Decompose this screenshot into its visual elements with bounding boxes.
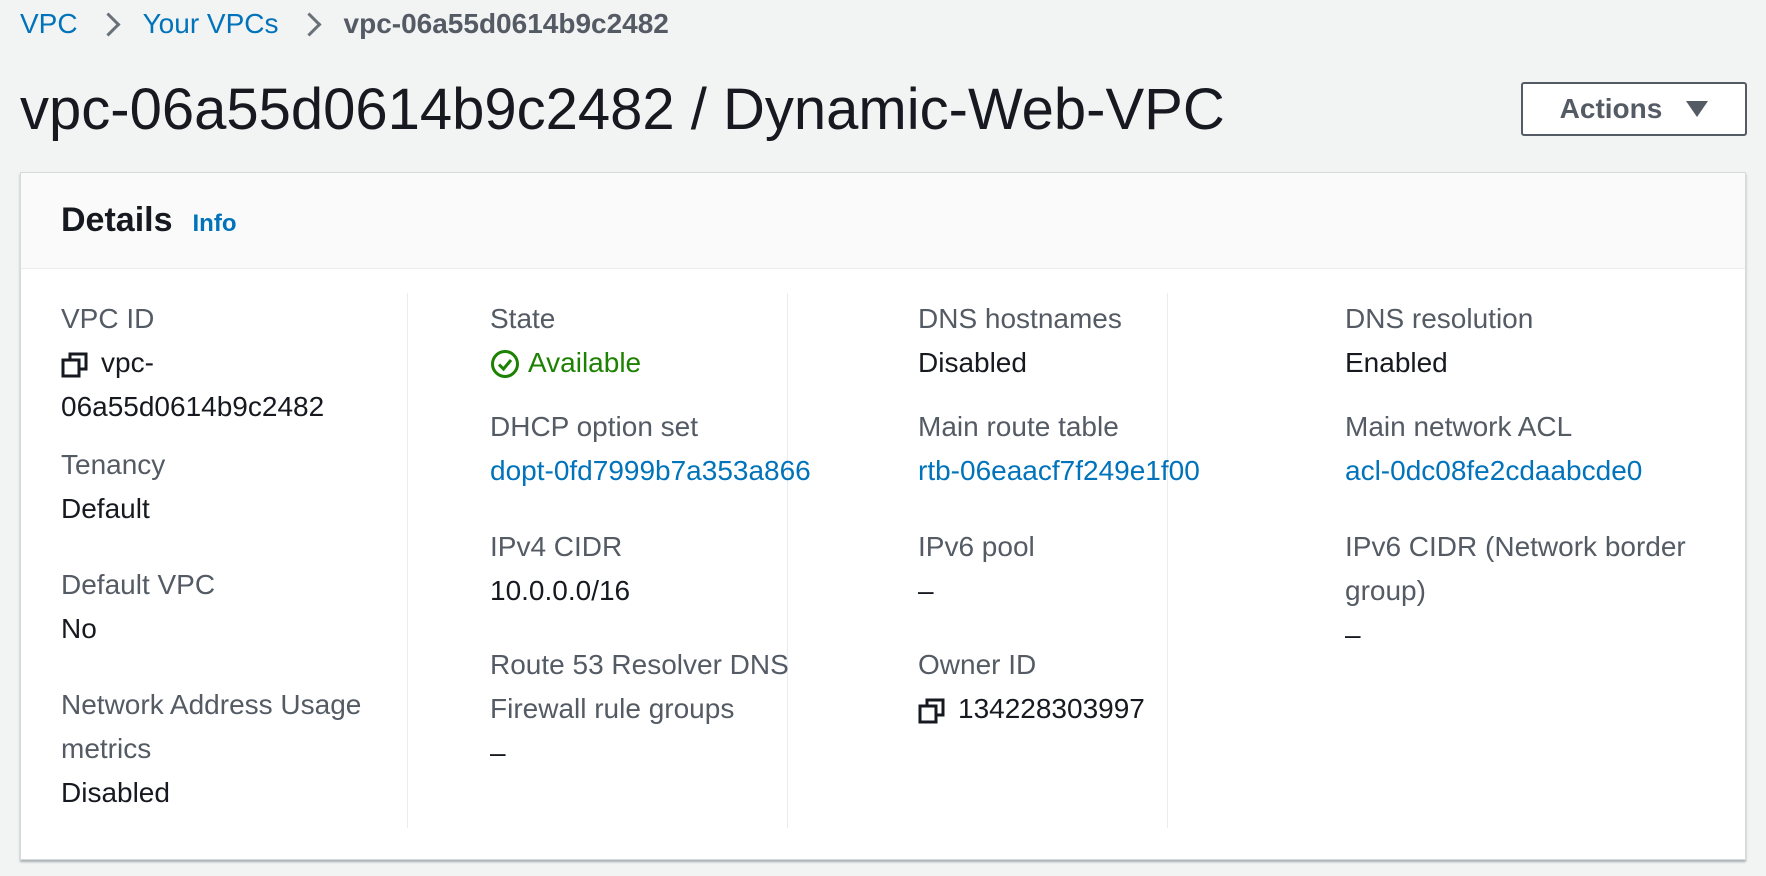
value-state-text: Available <box>528 347 642 378</box>
field-state: State Available <box>490 297 870 385</box>
value-owner-id: 134228303997 <box>918 687 1298 731</box>
details-column-1: VPC ID vpc- 06a55d0614b9c2482 Tenancy De… <box>61 297 451 837</box>
field-tenancy: Tenancy Default <box>61 443 441 531</box>
field-main-route-table: Main route table rtb-06eaacf7f249e1f00 <box>918 405 1298 493</box>
label-ipv6-cidr-line2: group) <box>1345 575 1426 606</box>
label-dns-hostnames: DNS hostnames <box>918 303 1122 334</box>
field-route53: Route 53 Resolver DNS Firewall rule grou… <box>490 643 870 775</box>
label-tenancy: Tenancy <box>61 449 166 480</box>
value-dns-hostnames: Disabled <box>918 347 1027 378</box>
field-owner-id: Owner ID 134228303997 <box>918 643 1298 731</box>
label-route53-line2: Firewall rule groups <box>490 693 735 724</box>
value-owner-id-text: 134228303997 <box>958 693 1145 724</box>
page-title: vpc-06a55d0614b9c2482 / Dynamic-Web-VPC <box>20 77 1225 142</box>
breadcrumb: VPC Your VPCs vpc-06a55d0614b9c2482 <box>20 6 669 42</box>
status-check-icon <box>490 348 520 378</box>
details-title: Details <box>61 201 173 239</box>
label-ipv4-cidr: IPv4 CIDR <box>490 531 623 562</box>
value-dns-resolution: Enabled <box>1345 347 1448 378</box>
label-dns-resolution: DNS resolution <box>1345 303 1534 334</box>
details-column-3: DNS hostnames Disabled Main route table … <box>918 297 1308 837</box>
field-nau-metrics: Network Address Usage metrics Disabled <box>61 683 441 815</box>
value-nau-metrics: Disabled <box>61 777 170 808</box>
label-nau-metrics-line1: Network Address Usage <box>61 689 362 720</box>
breadcrumb-link-vpc[interactable]: VPC <box>20 8 78 40</box>
link-main-network-acl[interactable]: acl-0dc08fe2cdaabcde0 <box>1345 449 1725 493</box>
link-main-route-table[interactable]: rtb-06eaacf7f249e1f00 <box>918 449 1298 493</box>
copy-icon[interactable] <box>918 697 946 725</box>
value-ipv6-pool: – <box>918 575 934 606</box>
value-vpc-id-line2: 06a55d0614b9c2482 <box>61 391 325 422</box>
value-tenancy: Default <box>61 493 150 524</box>
breadcrumb-current: vpc-06a55d0614b9c2482 <box>343 8 669 39</box>
value-route53: – <box>490 737 506 768</box>
value-vpc-id-line1: vpc- <box>101 347 154 378</box>
details-panel-header: Details Info <box>21 173 1745 269</box>
link-dhcp-option-set[interactable]: dopt-0fd7999b7a353a866 <box>490 449 870 493</box>
copy-icon[interactable] <box>61 351 89 379</box>
actions-button[interactable]: Actions <box>1521 82 1747 136</box>
chevron-right-icon <box>96 11 121 37</box>
label-default-vpc: Default VPC <box>61 569 216 600</box>
details-column-2: State Available DHCP option set dopt-0fd… <box>490 297 880 837</box>
field-main-network-acl: Main network ACL acl-0dc08fe2cdaabcde0 <box>1345 405 1725 493</box>
field-dhcp: DHCP option set dopt-0fd7999b7a353a866 <box>490 405 870 493</box>
value-state: Available <box>490 341 870 385</box>
value-ipv6-cidr: – <box>1345 619 1361 650</box>
breadcrumb-link-your-vpcs[interactable]: Your VPCs <box>143 8 279 40</box>
value-vpc-id: vpc- 06a55d0614b9c2482 <box>61 341 441 429</box>
field-ipv6-pool: IPv6 pool – <box>918 525 1298 613</box>
field-default-vpc: Default VPC No <box>61 563 441 651</box>
info-link[interactable]: Info <box>193 210 237 238</box>
field-vpc-id: VPC ID vpc- 06a55d0614b9c2482 <box>61 297 441 429</box>
field-dns-resolution: DNS resolution Enabled <box>1345 297 1725 385</box>
field-dns-hostnames: DNS hostnames Disabled <box>918 297 1298 385</box>
label-nau-metrics-line2: metrics <box>61 733 152 764</box>
label-main-route-table: Main route table <box>918 411 1119 442</box>
value-ipv4-cidr: 10.0.0.0/16 <box>490 575 631 606</box>
details-panel: Details Info VPC ID vpc- 06a55d0614b9c24… <box>20 172 1746 860</box>
label-state: State <box>490 303 556 334</box>
label-ipv6-pool: IPv6 pool <box>918 531 1035 562</box>
label-main-network-acl: Main network ACL <box>1345 411 1573 442</box>
caret-down-icon <box>1686 101 1709 117</box>
label-ipv6-cidr-line1: IPv6 CIDR (Network border <box>1345 531 1686 562</box>
label-dhcp: DHCP option set <box>490 411 699 442</box>
value-default-vpc: No <box>61 613 97 644</box>
field-ipv4-cidr: IPv4 CIDR 10.0.0.0/16 <box>490 525 870 613</box>
actions-button-label: Actions <box>1559 93 1663 124</box>
details-column-4: DNS resolution Enabled Main network ACL … <box>1345 297 1735 837</box>
field-ipv6-cidr: IPv6 CIDR (Network border group) – <box>1345 525 1725 657</box>
label-owner-id: Owner ID <box>918 649 1037 680</box>
label-vpc-id: VPC ID <box>61 303 155 334</box>
chevron-right-icon <box>296 11 322 37</box>
label-route53-line1: Route 53 Resolver DNS <box>490 649 789 680</box>
